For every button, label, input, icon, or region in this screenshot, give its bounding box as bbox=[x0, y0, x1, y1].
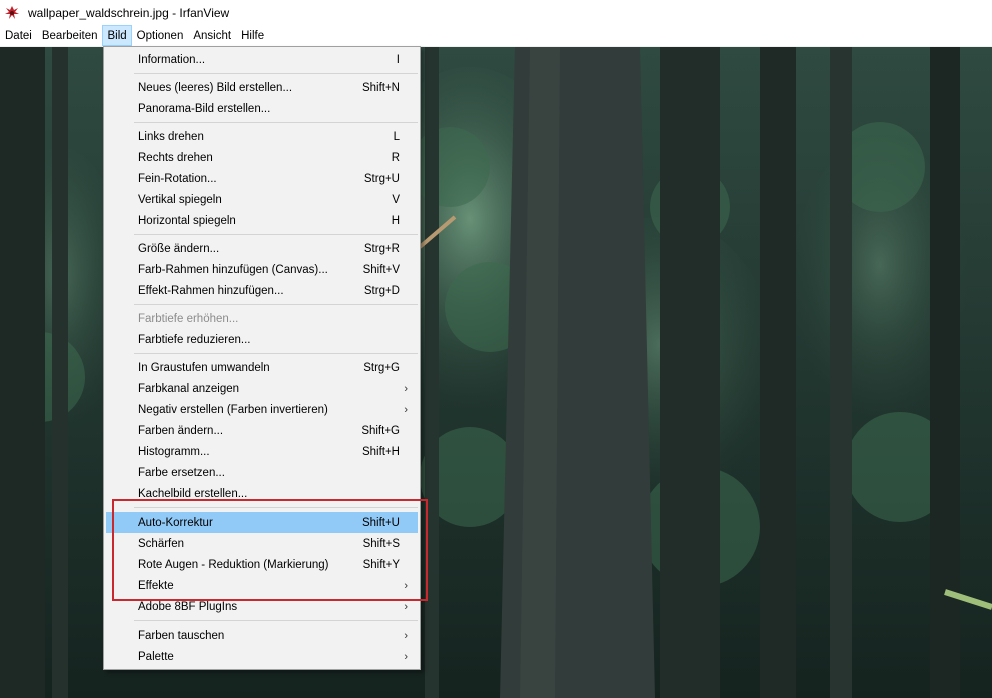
menu-item-farben-tauschen[interactable]: Farben tauschen › bbox=[106, 625, 418, 646]
menu-item-label: Größe ändern... bbox=[138, 242, 220, 255]
menu-item-label: Effekte bbox=[138, 579, 174, 592]
menu-item-auto-korrektur[interactable]: Auto-Korrektur Shift+U bbox=[106, 512, 418, 533]
submenu-arrow-icon: › bbox=[404, 650, 408, 663]
menu-item-negativ[interactable]: Negativ erstellen (Farben invertieren) › bbox=[106, 399, 418, 420]
menu-item-label: Rote Augen - Reduktion (Markierung) bbox=[138, 558, 329, 571]
menu-item-shortcut: Shift+Y bbox=[362, 558, 400, 571]
submenu-arrow-icon: › bbox=[404, 629, 408, 642]
menu-item-label: Rechts drehen bbox=[138, 151, 213, 164]
submenu-arrow-icon: › bbox=[404, 600, 408, 613]
menu-separator bbox=[134, 507, 418, 508]
menu-separator bbox=[134, 122, 418, 123]
title-bar: wallpaper_waldschrein.jpg - IrfanView bbox=[0, 0, 992, 25]
menu-item-farbe-ersetzen[interactable]: Farbe ersetzen... bbox=[106, 462, 418, 483]
menu-item-label: Fein-Rotation... bbox=[138, 172, 217, 185]
submenu-arrow-icon: › bbox=[404, 403, 408, 416]
menu-separator bbox=[134, 304, 418, 305]
menu-bild[interactable]: Bild bbox=[102, 25, 132, 46]
irfanview-window: wallpaper_waldschrein.jpg - IrfanView Da… bbox=[0, 0, 992, 698]
menu-item-fein-rotation[interactable]: Fein-Rotation... Strg+U bbox=[106, 168, 418, 189]
menu-item-kachelbild[interactable]: Kachelbild erstellen... bbox=[106, 483, 418, 504]
menu-item-label: Effekt-Rahmen hinzufügen... bbox=[138, 284, 284, 297]
menu-item-shortcut: Shift+H bbox=[361, 445, 400, 458]
submenu-arrow-icon: › bbox=[404, 579, 408, 592]
menu-item-label: Farbtiefe erhöhen... bbox=[138, 312, 239, 325]
bild-dropdown-menu: Information... I Neues (leeres) Bild ers… bbox=[103, 46, 421, 670]
menu-item-label: Farben tauschen bbox=[138, 629, 225, 642]
menu-item-label: Schärfen bbox=[138, 537, 185, 550]
menu-item-shortcut: Shift+S bbox=[362, 537, 400, 550]
menu-separator bbox=[134, 620, 418, 621]
menu-item-label: Negativ erstellen (Farben invertieren) bbox=[138, 403, 328, 416]
menu-item-label: Neues (leeres) Bild erstellen... bbox=[138, 81, 293, 94]
menu-ansicht[interactable]: Ansicht bbox=[188, 25, 236, 46]
menu-separator bbox=[134, 353, 418, 354]
submenu-arrow-icon: › bbox=[404, 382, 408, 395]
menu-item-shortcut: Shift+N bbox=[361, 81, 400, 94]
menu-item-label: Histogramm... bbox=[138, 445, 210, 458]
menu-item-schaerfen[interactable]: Schärfen Shift+S bbox=[106, 533, 418, 554]
menu-item-effekte[interactable]: Effekte › bbox=[106, 575, 418, 596]
menu-item-effekt-rahmen[interactable]: Effekt-Rahmen hinzufügen... Strg+D bbox=[106, 280, 418, 301]
menu-item-shortcut: Strg+R bbox=[363, 242, 400, 255]
menu-bearbeiten[interactable]: Bearbeiten bbox=[37, 25, 103, 46]
menu-item-palette[interactable]: Palette › bbox=[106, 646, 418, 667]
menu-item-label: Information... bbox=[138, 53, 206, 66]
menu-item-rechts-drehen[interactable]: Rechts drehen R bbox=[106, 147, 418, 168]
menu-item-label: Farb-Rahmen hinzufügen (Canvas)... bbox=[138, 263, 328, 276]
menu-item-shortcut: L bbox=[393, 130, 400, 143]
menu-item-farbtiefe-reduzieren[interactable]: Farbtiefe reduzieren... bbox=[106, 329, 418, 350]
menu-item-panorama[interactable]: Panorama-Bild erstellen... bbox=[106, 98, 418, 119]
menu-item-farben-aendern[interactable]: Farben ändern... Shift+G bbox=[106, 420, 418, 441]
menu-item-shortcut: R bbox=[391, 151, 400, 164]
menu-item-graustufen[interactable]: In Graustufen umwandeln Strg+G bbox=[106, 357, 418, 378]
menu-item-farbtiefe-erhoehen: Farbtiefe erhöhen... bbox=[106, 308, 418, 329]
window-title: wallpaper_waldschrein.jpg - IrfanView bbox=[28, 5, 230, 20]
menu-separator bbox=[134, 73, 418, 74]
menu-item-shortcut: Shift+U bbox=[361, 516, 400, 529]
menu-item-adobe-8bf[interactable]: Adobe 8BF PlugIns › bbox=[106, 596, 418, 617]
menu-item-label: Palette bbox=[138, 650, 174, 663]
menu-item-groesse-aendern[interactable]: Größe ändern... Strg+R bbox=[106, 238, 418, 259]
menu-item-shortcut: Strg+U bbox=[363, 172, 400, 185]
menu-bar: Datei Bearbeiten Bild Optionen Ansicht H… bbox=[0, 25, 992, 47]
menu-item-label: Adobe 8BF PlugIns bbox=[138, 600, 238, 613]
menu-item-label: Vertikal spiegeln bbox=[138, 193, 222, 206]
menu-item-label: Farbkanal anzeigen bbox=[138, 382, 240, 395]
menu-item-rote-augen[interactable]: Rote Augen - Reduktion (Markierung) Shif… bbox=[106, 554, 418, 575]
menu-item-farb-rahmen[interactable]: Farb-Rahmen hinzufügen (Canvas)... Shift… bbox=[106, 259, 418, 280]
menu-item-shortcut: Strg+D bbox=[363, 284, 400, 297]
menu-item-horizontal-spiegeln[interactable]: Horizontal spiegeln H bbox=[106, 210, 418, 231]
menu-item-label: Links drehen bbox=[138, 130, 204, 143]
menu-datei[interactable]: Datei bbox=[0, 25, 37, 46]
menu-item-information[interactable]: Information... I bbox=[106, 49, 418, 70]
menu-item-label: Farbtiefe reduzieren... bbox=[138, 333, 251, 346]
menu-item-vertikal-spiegeln[interactable]: Vertikal spiegeln V bbox=[106, 189, 418, 210]
menu-item-farbkanal[interactable]: Farbkanal anzeigen › bbox=[106, 378, 418, 399]
menu-item-label: Farbe ersetzen... bbox=[138, 466, 225, 479]
menu-item-label: Auto-Korrektur bbox=[138, 516, 213, 529]
menu-item-label: Farben ändern... bbox=[138, 424, 224, 437]
menu-item-label: Kachelbild erstellen... bbox=[138, 487, 248, 500]
menu-item-shortcut: Strg+G bbox=[363, 361, 400, 374]
menu-item-shortcut: I bbox=[396, 53, 400, 66]
menu-item-label: In Graustufen umwandeln bbox=[138, 361, 270, 374]
menu-item-shortcut: V bbox=[392, 193, 400, 206]
menu-item-links-drehen[interactable]: Links drehen L bbox=[106, 126, 418, 147]
menu-item-shortcut: H bbox=[391, 214, 400, 227]
menu-item-histogramm[interactable]: Histogramm... Shift+H bbox=[106, 441, 418, 462]
menu-separator bbox=[134, 234, 418, 235]
menu-item-shortcut: Shift+V bbox=[362, 263, 400, 276]
menu-item-label: Horizontal spiegeln bbox=[138, 214, 236, 227]
menu-item-shortcut: Shift+G bbox=[361, 424, 400, 437]
menu-hilfe[interactable]: Hilfe bbox=[236, 25, 269, 46]
menu-item-label: Panorama-Bild erstellen... bbox=[138, 102, 271, 115]
irfanview-icon bbox=[4, 5, 20, 21]
menu-optionen[interactable]: Optionen bbox=[132, 25, 189, 46]
menu-item-neues-bild[interactable]: Neues (leeres) Bild erstellen... Shift+N bbox=[106, 77, 418, 98]
